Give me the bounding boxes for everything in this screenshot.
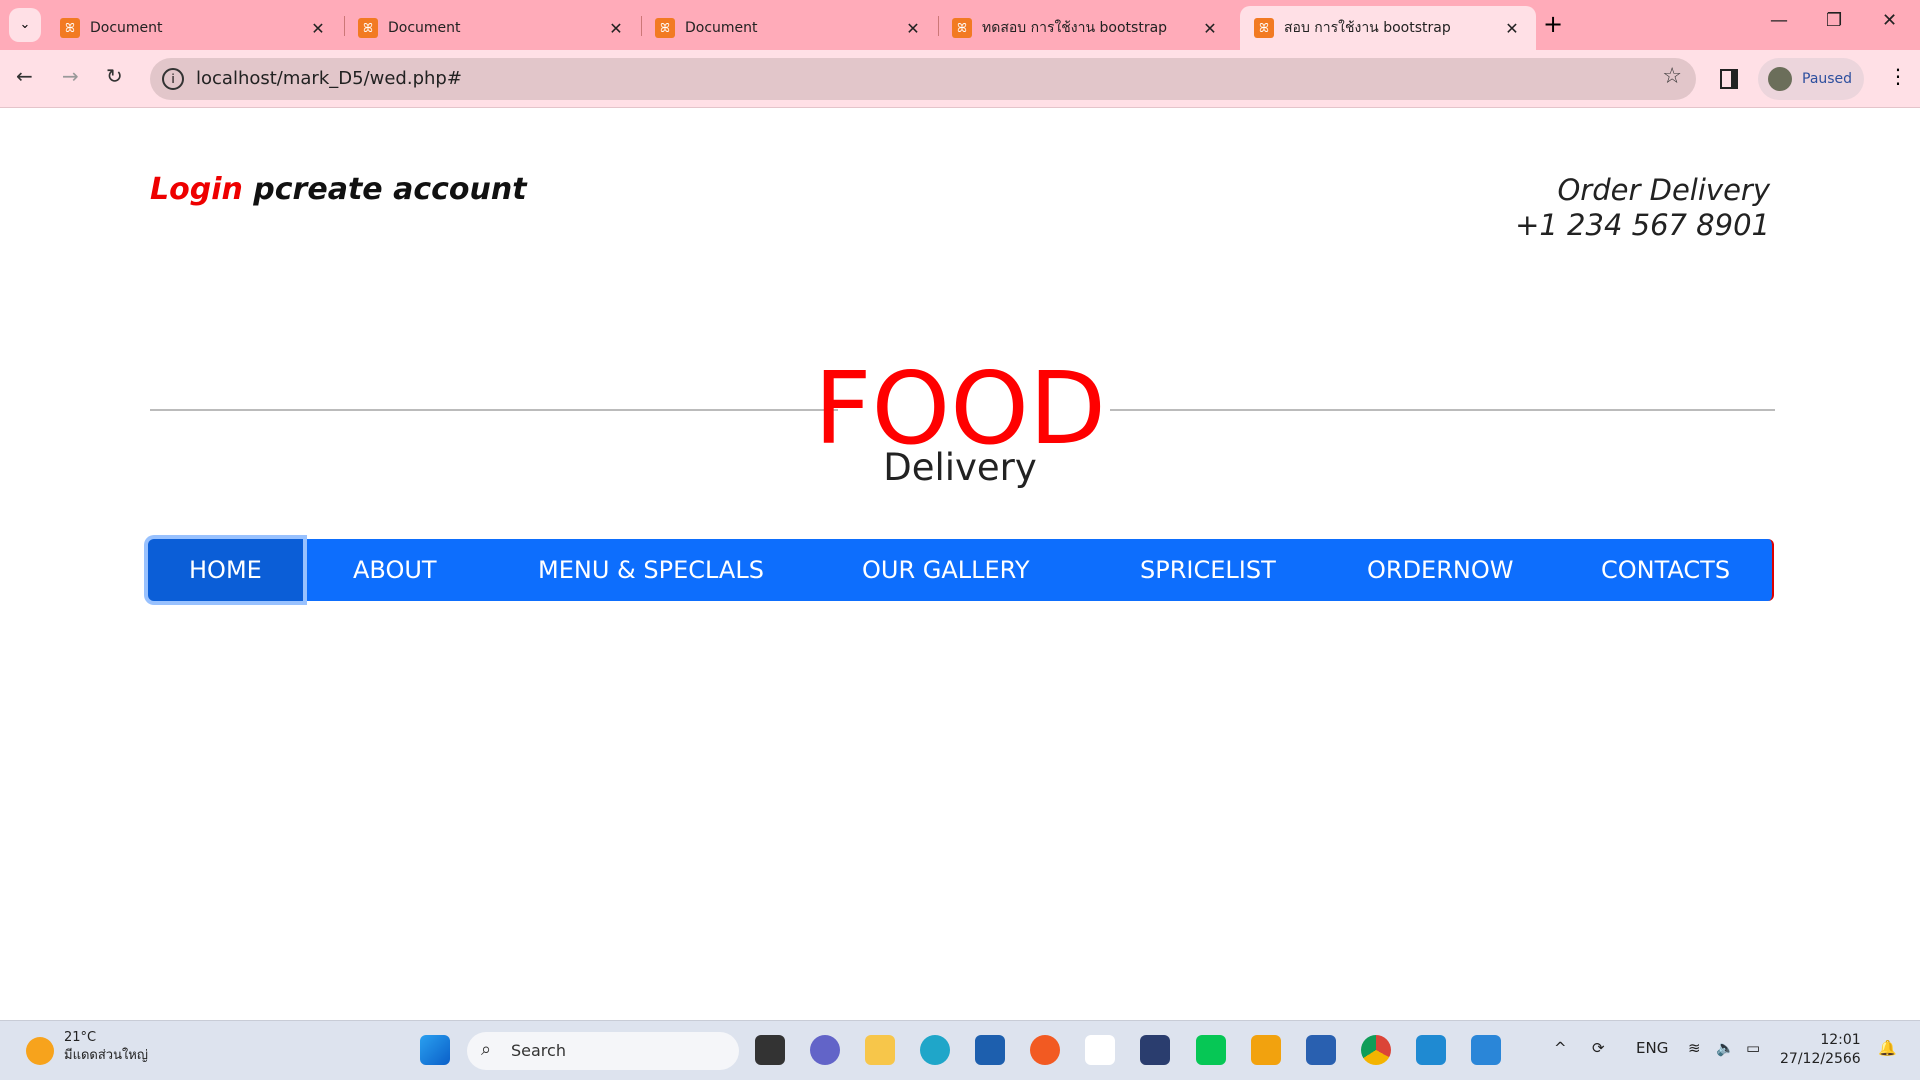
browser-toolbar: ← → ↻ i localhost/mark_D5/wed.php# ☆ Pau… xyxy=(0,50,1920,108)
url-text[interactable]: localhost/mark_D5/wed.php# xyxy=(196,68,462,89)
line-icon[interactable] xyxy=(1196,1035,1226,1065)
windows-start-icon[interactable] xyxy=(420,1035,450,1065)
restore-button[interactable]: ❐ xyxy=(1826,10,1842,31)
nav-gallery[interactable]: OUR GALLERY xyxy=(862,556,1029,584)
info-icon[interactable]: i xyxy=(162,68,184,90)
taskbar-search[interactable]: ⌕ Search xyxy=(467,1032,739,1070)
firefox-icon[interactable] xyxy=(1030,1035,1060,1065)
chrome-icon[interactable] xyxy=(1361,1035,1391,1065)
tab-strip: ⌄ ꕤ Document ✕ ꕤ Document ✕ ꕤ Document ✕ ꕤ ทดสอ… xyxy=(0,0,1920,50)
network-app-icon[interactable] xyxy=(1306,1035,1336,1065)
weather-icon[interactable] xyxy=(26,1037,54,1065)
close-tab-icon[interactable]: ✕ xyxy=(1502,19,1522,38)
tab[interactable]: ꕤ ทดสอบ การใช้งาน bootstrap ✕ xyxy=(938,6,1234,50)
tab[interactable]: ꕤ Document ✕ xyxy=(344,6,640,50)
amazon-icon[interactable] xyxy=(1085,1035,1115,1065)
show-hidden-icons[interactable]: ^ xyxy=(1554,1039,1567,1057)
xampp-favicon-icon: ꕤ xyxy=(1254,18,1274,38)
nav-contacts[interactable]: CONTACTS xyxy=(1601,556,1730,584)
photos-icon[interactable] xyxy=(1471,1035,1501,1065)
tab[interactable]: ꕤ Document ✕ xyxy=(46,6,342,50)
sublime-icon[interactable] xyxy=(1251,1035,1281,1065)
nav-menu-specials[interactable]: MENU & SPECLALS xyxy=(538,556,764,584)
close-window-button[interactable]: ✕ xyxy=(1882,10,1897,31)
address-bar[interactable]: i localhost/mark_D5/wed.php# ☆ xyxy=(150,58,1696,100)
order-delivery-label: Order Delivery xyxy=(1557,173,1770,207)
tab-search-button[interactable]: ⌄ xyxy=(9,8,41,42)
nav-home[interactable]: HOME xyxy=(189,556,262,584)
close-tab-icon[interactable]: ✕ xyxy=(903,19,923,38)
xampp-favicon-icon: ꕤ xyxy=(952,18,972,38)
sync-icon[interactable]: ⟳ xyxy=(1592,1039,1605,1057)
xampp-favicon-icon: ꕤ xyxy=(655,18,675,38)
wifi-icon[interactable]: ≋ xyxy=(1688,1039,1701,1057)
minimize-button[interactable]: — xyxy=(1770,10,1788,31)
more-menu-icon[interactable]: ⋮ xyxy=(1888,64,1908,88)
back-button[interactable]: ← xyxy=(16,64,33,88)
account-links: Login pcreate account xyxy=(150,172,527,207)
create-account-link[interactable]: pcreate account xyxy=(253,172,526,207)
order-info: Order Delivery +1 234 567 8901 xyxy=(1515,173,1770,243)
close-tab-icon[interactable]: ✕ xyxy=(1200,19,1220,38)
battery-icon[interactable]: ▭ xyxy=(1746,1039,1760,1057)
profile-button[interactable]: Paused xyxy=(1758,58,1864,100)
new-tab-button[interactable]: + xyxy=(1543,10,1563,38)
xampp-favicon-icon: ꕤ xyxy=(358,18,378,38)
volume-icon[interactable]: 🔈 xyxy=(1716,1039,1735,1057)
reload-button[interactable]: ↻ xyxy=(106,64,123,88)
virtualbox-icon[interactable] xyxy=(1140,1035,1170,1065)
notification-icon[interactable]: 🔔 xyxy=(1878,1039,1897,1057)
teams-chat-icon[interactable] xyxy=(810,1035,840,1065)
avatar xyxy=(1768,67,1792,91)
nav-about[interactable]: ABOUT xyxy=(353,556,437,584)
order-phone: +1 234 567 8901 xyxy=(1515,208,1770,242)
nav-order-now[interactable]: ORDERNOW xyxy=(1367,556,1513,584)
edge-icon[interactable] xyxy=(920,1035,950,1065)
task-view-icon[interactable] xyxy=(755,1035,785,1065)
brand-tagline: Delivery xyxy=(883,446,1037,489)
search-icon: ⌕ xyxy=(481,1039,492,1060)
tab[interactable]: ꕤ Document ✕ xyxy=(641,6,937,50)
side-panel-icon[interactable] xyxy=(1720,69,1738,89)
tab-active[interactable]: ꕤ สอบ การใช้งาน bootstrap ✕ xyxy=(1240,6,1536,50)
nav-pricelist[interactable]: SPRICELIST xyxy=(1140,556,1276,584)
clock[interactable]: 12:01 27/12/2566 xyxy=(1780,1031,1861,1069)
close-tab-icon[interactable]: ✕ xyxy=(606,19,626,38)
taskbar: 21°C มีแดดส่วนใหญ่ ⌕ Search ^ ⟳ ENG ≋ 🔈 ▭ … xyxy=(0,1020,1920,1080)
login-link[interactable]: Login xyxy=(150,172,243,207)
weather-widget[interactable]: 21°C มีแดดส่วนใหญ่ xyxy=(64,1029,148,1065)
vscode-icon[interactable] xyxy=(1416,1035,1446,1065)
main-nav: HOME ABOUT MENU & SPECLALS OUR GALLERY S… xyxy=(148,539,1774,601)
file-explorer-icon[interactable] xyxy=(865,1035,895,1065)
bookmark-star-icon[interactable]: ☆ xyxy=(1662,64,1682,89)
microsoft-store-icon[interactable] xyxy=(975,1035,1005,1065)
xampp-favicon-icon: ꕤ xyxy=(60,18,80,38)
forward-button[interactable]: → xyxy=(62,64,79,88)
close-tab-icon[interactable]: ✕ xyxy=(308,19,328,38)
language-indicator[interactable]: ENG xyxy=(1636,1039,1668,1057)
